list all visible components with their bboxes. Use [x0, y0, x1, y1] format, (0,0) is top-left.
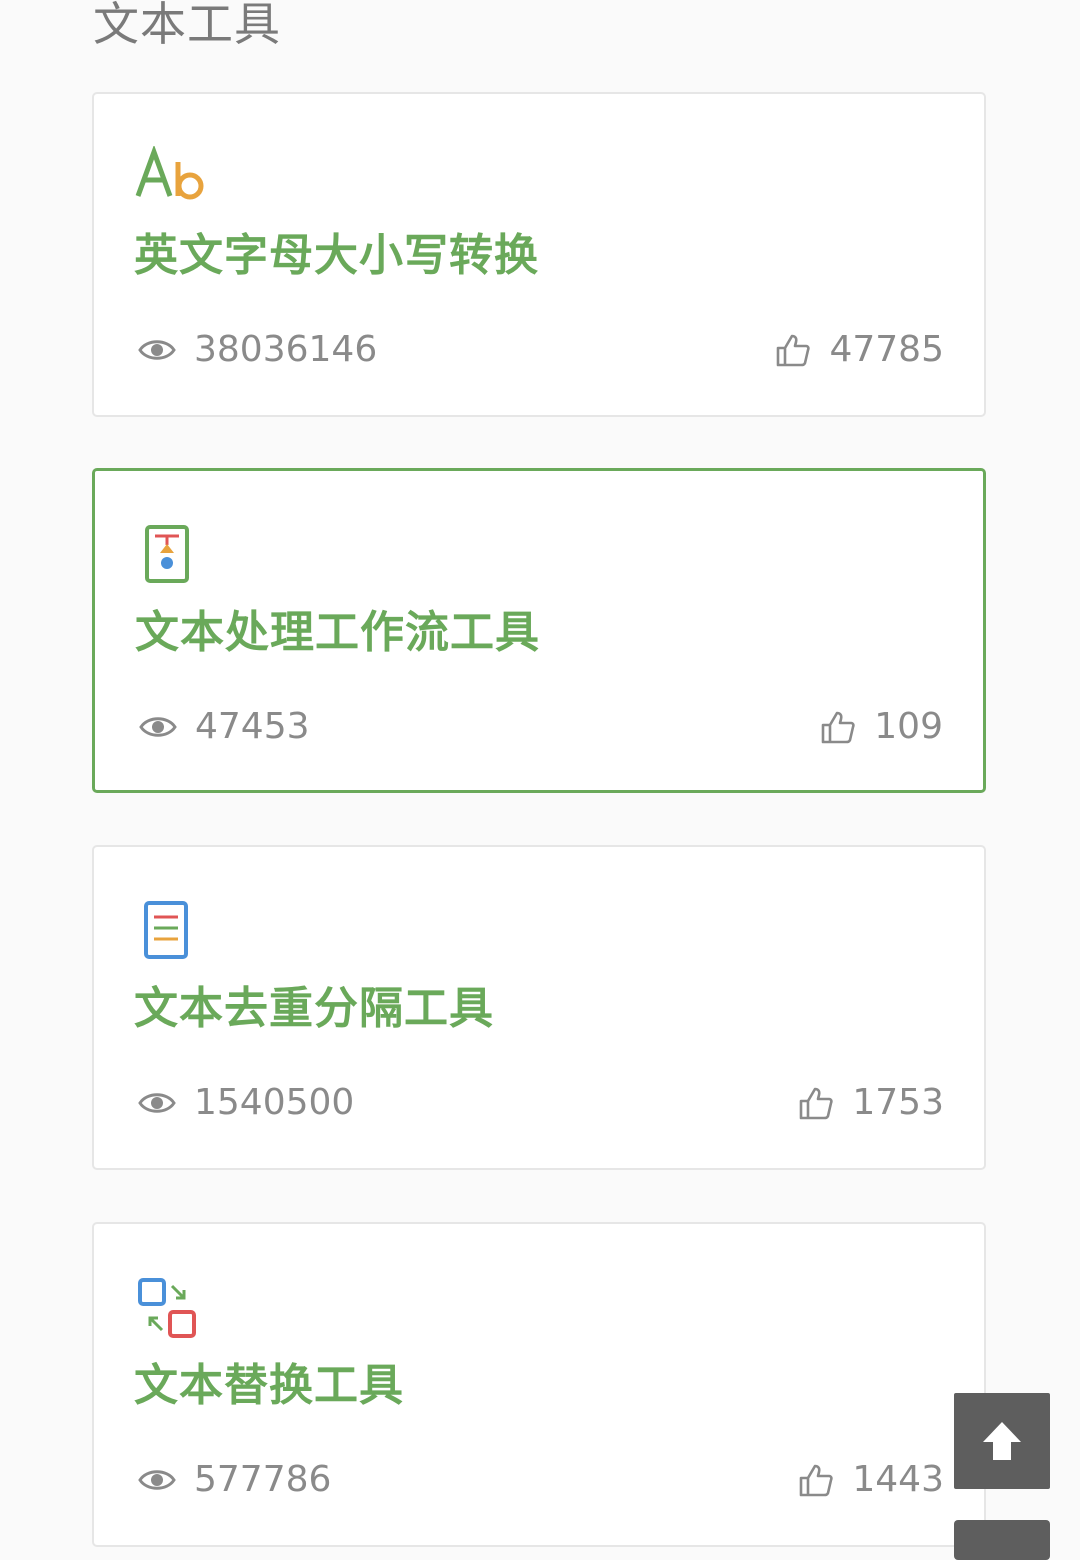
- view-count-value: 38036146: [194, 329, 378, 370]
- eye-icon: [138, 340, 176, 360]
- view-count: 47453: [139, 703, 310, 751]
- document-lines-icon: [144, 901, 188, 959]
- tool-card-dedupe[interactable]: 文本去重分隔工具 1540500 1753: [92, 845, 986, 1170]
- view-count: 38036146: [138, 326, 377, 374]
- section-title: 文本工具: [93, 0, 281, 51]
- like-count-value: 1753: [852, 1082, 944, 1123]
- view-count-value: 1540500: [194, 1082, 355, 1123]
- view-count: 1540500: [138, 1079, 354, 1127]
- arrow-up-icon: [983, 1422, 1021, 1460]
- view-count-value: 47453: [195, 706, 310, 747]
- floating-action-button[interactable]: [954, 1520, 1050, 1560]
- like-count-value: 109: [874, 706, 943, 747]
- like-count-value: 1443: [852, 1459, 944, 1500]
- thumbs-up-icon: [777, 334, 811, 367]
- tool-card-workflow[interactable]: 文本处理工作流工具 47453 109: [92, 468, 986, 793]
- like-button[interactable]: 1443: [798, 1456, 944, 1504]
- like-button[interactable]: 47785: [775, 326, 944, 374]
- eye-icon: [138, 1093, 176, 1113]
- like-button[interactable]: 1753: [798, 1079, 944, 1127]
- swap-icon: [138, 1278, 196, 1338]
- ab-letters-icon: [135, 146, 204, 200]
- view-count: 577786: [138, 1456, 331, 1504]
- thumbs-up-icon: [821, 711, 855, 744]
- tool-card-case-converter[interactable]: 英文字母大小写转换 38036146 47785: [92, 92, 986, 417]
- back-to-top-button[interactable]: [954, 1393, 1050, 1489]
- tool-title: 文本去重分隔工具: [134, 983, 494, 1034]
- tool-card-replace[interactable]: 文本替换工具 577786 1443: [92, 1222, 986, 1547]
- view-count-value: 577786: [194, 1459, 332, 1500]
- workflow-icon: [145, 525, 189, 583]
- thumbs-up-icon: [800, 1464, 834, 1497]
- tool-title: 文本替换工具: [134, 1360, 404, 1411]
- tool-title: 英文字母大小写转换: [134, 230, 539, 281]
- eye-icon: [138, 1470, 176, 1490]
- eye-icon: [139, 717, 177, 737]
- like-button[interactable]: 109: [820, 703, 943, 751]
- tool-title: 文本处理工作流工具: [135, 607, 540, 658]
- like-count-value: 47785: [829, 329, 944, 370]
- thumbs-up-icon: [800, 1087, 834, 1120]
